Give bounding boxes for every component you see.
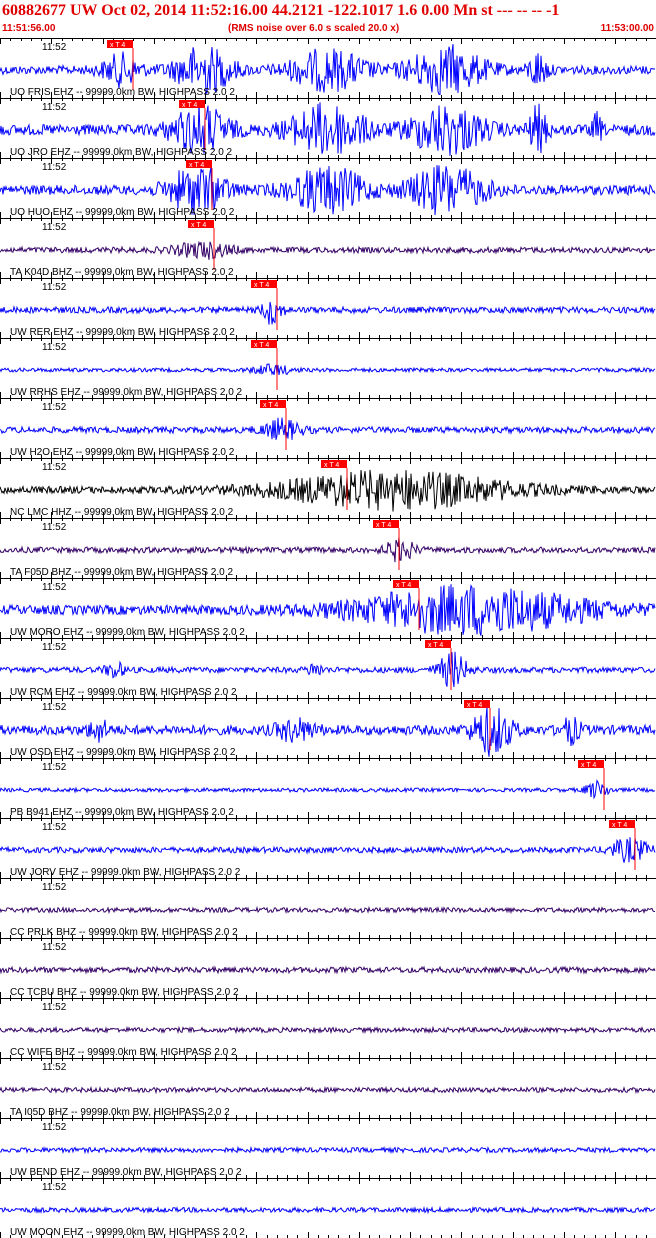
- channel-label: UW RCM EHZ -- 99999.0km BW, HIGHPASS 2.0…: [10, 687, 237, 698]
- channel-label: UW MORO EHZ -- 99999.0km BW, HIGHPASS 2.…: [10, 627, 245, 638]
- pick-label: x T 4: [428, 642, 443, 649]
- pick-label: x T 4: [324, 462, 339, 469]
- channel-label: UO HUO EHZ -- 99999.0km BW, HIGHPASS 2.0…: [10, 207, 235, 218]
- pick-label: x T 4: [581, 762, 596, 769]
- minute-tick-label: 11:52: [42, 1182, 67, 1193]
- channel-label: UW H2O EHZ -- 99999.0km BW, HIGHPASS 2.0…: [10, 447, 235, 458]
- trace-panel: 11:52 UW MOON EHZ -- 99999.0km BW, HIGHPA…: [0, 1178, 656, 1238]
- pick-label: x T 4: [612, 822, 627, 829]
- channel-label: UO FRIS EHZ -- 99999.0km BW, HIGHPASS 2.…: [10, 87, 235, 98]
- minute-tick-label: 11:52: [42, 762, 67, 773]
- waveform: [0, 1145, 656, 1155]
- pick-label: x T 4: [254, 282, 269, 289]
- trace-panel: 11:52 x T 4 UW MORO EHZ -- 99999.0km BW, H…: [0, 578, 656, 638]
- waveform: [0, 301, 656, 325]
- channel-label: CC TCBU BHZ -- 99999.0km BW, HIGHPASS 2.…: [10, 987, 239, 998]
- pick-label: x T 4: [263, 402, 278, 409]
- minute-tick-label: 11:52: [42, 282, 67, 293]
- trace-panel: 11:52 CC TCBU BHZ -- 99999.0km BW, HIGHPA…: [0, 938, 656, 998]
- trace-panel: 11:52 x T 4 UO FRIS EHZ -- 99999.0km BW, H…: [0, 38, 656, 98]
- trace-panel: 11:52 UW BEND EHZ -- 99999.0km BW, HIGHPA…: [0, 1118, 656, 1178]
- trace-panel: 11:52 x T 4 PB B941 EHZ -- 99999.0km BW, H…: [0, 758, 656, 818]
- trace-panel: 11:52 x T 4 UO HUO EHZ -- 99999.0km BW, HI…: [0, 158, 656, 218]
- trace-panel: 11:52 x T 4 NC LMC HHZ -- 99999.0km BW, HI…: [0, 458, 656, 518]
- minute-tick-label: 11:52: [42, 582, 67, 593]
- minute-tick-label: 11:52: [42, 642, 67, 653]
- minute-tick-label: 11:52: [42, 342, 67, 353]
- pick-label: x T 4: [396, 582, 411, 589]
- trace-panel: 11:52 x T 4 UW JORV EHZ -- 99999.0km BW, H…: [0, 818, 656, 878]
- minute-tick-label: 11:52: [42, 102, 67, 113]
- waveform: [0, 417, 656, 440]
- trace-panel: 11:52 x T 4 TA K04D BHZ -- 99999.0km BW, H…: [0, 218, 656, 278]
- waveform: [0, 536, 656, 563]
- minute-tick-label: 11:52: [42, 1062, 67, 1073]
- minute-tick-label: 11:52: [42, 222, 67, 233]
- waveform: [0, 469, 656, 512]
- minute-tick-label: 11:52: [42, 702, 67, 713]
- channel-label: UW MOON EHZ -- 99999.0km BW, HIGHPASS 2.…: [10, 1227, 245, 1238]
- channel-label: TA F05D BHZ -- 99999.0km BW, HIGHPASS 2.…: [10, 567, 233, 578]
- end-time: 11:53:00.00: [600, 23, 654, 34]
- minute-tick-label: 11:52: [42, 402, 67, 413]
- channel-label: CC WIFE BHZ -- 99999.0km BW, HIGHPASS 2.…: [10, 1047, 237, 1058]
- channel-label: UW RER EHZ -- 99999.0km BW, HIGHPASS 2.0…: [10, 327, 235, 338]
- minute-tick-label: 11:52: [42, 1002, 67, 1013]
- pick-label: x T 4: [254, 342, 269, 349]
- channel-label: UW JORV EHZ -- 99999.0km BW, HIGHPASS 2.…: [10, 867, 241, 878]
- channel-label: NC LMC HHZ -- 99999.0km BW, HIGHPASS 2.0…: [10, 507, 234, 518]
- channel-label: CC PRLK BHZ -- 99999.0km BW, HIGHPASS 2.…: [10, 927, 238, 938]
- header: 60882677 UW Oct 02, 2014 11:52:16.00 44.…: [0, 0, 656, 40]
- waveform: [0, 240, 656, 260]
- minute-tick-label: 11:52: [42, 462, 67, 473]
- minute-tick-label: 11:52: [42, 882, 67, 893]
- pick-label: x T 4: [189, 162, 204, 169]
- seismogram-chart: 11:52 x T 4 UO FRIS EHZ -- 99999.0km BW, H…: [0, 38, 656, 1238]
- waveform: [0, 363, 656, 376]
- pick-label: x T 4: [110, 42, 125, 49]
- trace-panel: 11:52 x T 4 UW RRHS EHZ -- 99999.0km BW, H…: [0, 338, 656, 398]
- channel-label: UW OSD EHZ -- 99999.0km BW, HIGHPASS 2.0…: [10, 747, 236, 758]
- waveform: [0, 1085, 656, 1095]
- waveform: [0, 905, 656, 915]
- channel-label: UW RRHS EHZ -- 99999.0km BW, HIGHPASS 2.…: [10, 387, 243, 398]
- minute-tick-label: 11:52: [42, 1122, 67, 1133]
- minute-tick-label: 11:52: [42, 942, 67, 953]
- channel-label: TA I05D BHZ -- 99999.0km BW, HIGHPASS 2.…: [10, 1107, 230, 1118]
- waveform: [0, 837, 656, 863]
- minute-tick-label: 11:52: [42, 162, 67, 173]
- trace-panel: 11:52 CC WIFE BHZ -- 99999.0km BW, HIGHPA…: [0, 998, 656, 1058]
- channel-label: PB B941 EHZ -- 99999.0km BW, HIGHPASS 2.…: [10, 807, 234, 818]
- trace-panel: 11:52 CC PRLK BHZ -- 99999.0km BW, HIGHPA…: [0, 878, 656, 938]
- pick-label: x T 4: [191, 222, 206, 229]
- trace-panel: 11:52 TA I05D BHZ -- 99999.0km BW, HIGHPA…: [0, 1058, 656, 1118]
- waveform: [0, 651, 656, 688]
- pick-label: x T 4: [376, 522, 391, 529]
- waveform: [0, 965, 656, 975]
- pick-label: x T 4: [182, 102, 197, 109]
- minute-tick-label: 11:52: [42, 522, 67, 533]
- waveform: [0, 779, 656, 800]
- channel-label: TA K04D BHZ -- 99999.0km BW, HIGHPASS 2.…: [10, 267, 234, 278]
- rms-note: (RMS noise over 6.0 s scaled 20.0 x): [228, 23, 400, 34]
- start-time: 11:51:56.00: [2, 23, 56, 34]
- trace-panel: 11:52 x T 4 UW H2O EHZ -- 99999.0km BW, HI…: [0, 398, 656, 458]
- trace-panel: 11:52 x T 4 UO JRO EHZ -- 99999.0km BW, HI…: [0, 98, 656, 158]
- minute-tick-label: 11:52: [42, 822, 67, 833]
- minute-tick-label: 11:52: [42, 42, 67, 53]
- channel-label: UW BEND EHZ -- 99999.0km BW, HIGHPASS 2.…: [10, 1167, 242, 1178]
- waveform: [0, 1205, 656, 1215]
- trace-panel: 11:52 x T 4 UW RER EHZ -- 99999.0km BW, HI…: [0, 278, 656, 338]
- trace-panel: 11:52 x T 4 UW OSD EHZ -- 99999.0km BW, HI…: [0, 698, 656, 758]
- event-title: 60882677 UW Oct 02, 2014 11:52:16.00 44.…: [2, 2, 560, 19]
- waveform: [0, 1025, 656, 1035]
- pick-label: x T 4: [467, 702, 482, 709]
- channel-label: UO JRO EHZ -- 99999.0km BW, HIGHPASS 2.0…: [10, 147, 233, 158]
- trace-panel: 11:52 x T 4 UW RCM EHZ -- 99999.0km BW, HI…: [0, 638, 656, 698]
- trace-panel: 11:52 x T 4 TA F05D BHZ -- 99999.0km BW, H…: [0, 518, 656, 578]
